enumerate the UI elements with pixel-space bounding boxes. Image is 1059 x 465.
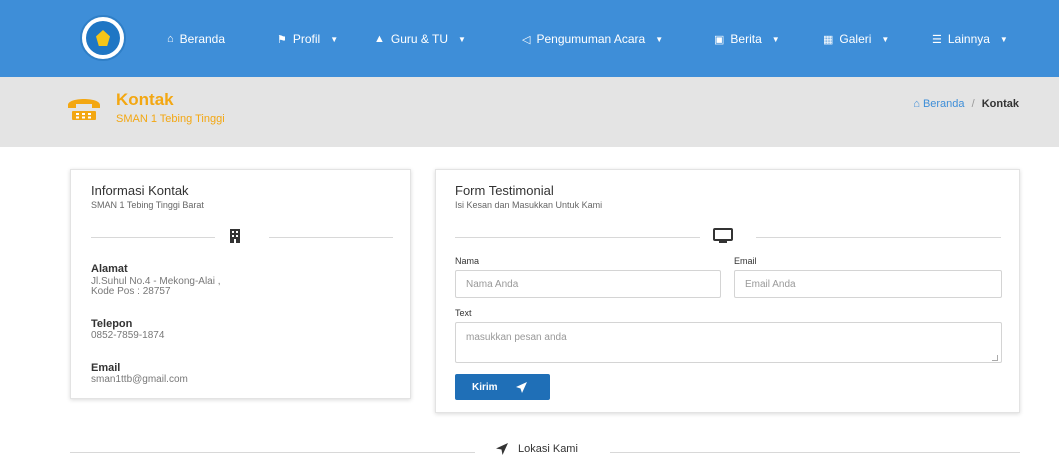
contact-info-title: Informasi Kontak xyxy=(91,183,189,198)
telepon-value: 0852-7859-1874 xyxy=(91,330,165,341)
divider xyxy=(756,237,1001,238)
divider xyxy=(455,237,700,238)
newspaper-icon: ▣ xyxy=(714,33,725,46)
nav-label: Pengumuman Acara xyxy=(536,32,646,46)
top-navbar: ⌂ Beranda ⚑ Profil ▼ ▲ Guru & TU ▼ ◁ Pen… xyxy=(0,0,1059,77)
text-label: Text xyxy=(455,308,472,318)
alamat-label: Alamat xyxy=(91,263,128,275)
nav-item-pengumuman[interactable]: ◁ Pengumuman Acara ▼ xyxy=(522,30,663,48)
phone-icon xyxy=(68,99,100,120)
breadcrumb-home-link[interactable]: ⌂ Beranda xyxy=(913,98,967,110)
nav-label: Lainnya xyxy=(947,32,990,46)
image-icon: ▦ xyxy=(823,33,834,46)
kirim-button[interactable]: Kirim xyxy=(455,374,550,400)
divider xyxy=(269,237,393,238)
nama-label: Nama xyxy=(455,256,480,266)
email-value: sman1ttb@gmail.com xyxy=(91,374,188,385)
nav-label: Guru & TU xyxy=(390,32,449,46)
caret-down-icon: ▼ xyxy=(771,34,780,44)
nav-label: Profil xyxy=(292,32,321,46)
divider xyxy=(610,452,1020,453)
home-icon: ⌂ xyxy=(913,98,920,110)
nav-item-lainnya[interactable]: ☰ Lainnya ▼ xyxy=(932,30,1008,48)
email-field-label: Email xyxy=(734,256,757,266)
nav-item-beranda[interactable]: ⌂ Beranda xyxy=(167,30,225,48)
resize-handle[interactable] xyxy=(992,355,998,361)
graduation-cap-icon: ▲ xyxy=(374,33,385,45)
email-label: Email xyxy=(91,362,121,374)
contact-info-subtitle: SMAN 1 Tebing Tinggi Barat xyxy=(91,200,204,210)
building-icon xyxy=(230,229,240,243)
flag-icon: ⚑ xyxy=(277,33,287,46)
nama-input[interactable] xyxy=(455,270,721,298)
kirim-label: Kirim xyxy=(472,381,498,393)
location-label: Lokasi Kami xyxy=(518,443,578,455)
bullhorn-icon: ◁ xyxy=(522,33,531,46)
caret-down-icon: ▼ xyxy=(330,34,339,44)
send-icon xyxy=(515,381,527,393)
list-icon: ☰ xyxy=(932,33,942,46)
form-subtitle: Isi Kesan dan Masukkan Untuk Kami xyxy=(455,200,603,210)
caret-down-icon: ▼ xyxy=(881,34,890,44)
message-textarea[interactable] xyxy=(455,322,1002,363)
nav-item-guru-tu[interactable]: ▲ Guru & TU ▼ xyxy=(374,30,466,48)
nav-item-berita[interactable]: ▣ Berita ▼ xyxy=(714,30,780,48)
alamat-line-2: Kode Pos : 28757 xyxy=(91,286,171,297)
breadcrumb-separator: / xyxy=(971,98,975,110)
logo-mark xyxy=(96,30,110,46)
breadcrumb-current: Kontak xyxy=(981,98,1019,110)
page-title: Kontak xyxy=(116,90,174,109)
caret-down-icon: ▼ xyxy=(999,34,1008,44)
nav-label: Berita xyxy=(730,32,762,46)
school-logo[interactable] xyxy=(80,15,126,61)
caret-down-icon: ▼ xyxy=(458,34,466,44)
nav-label: Galeri xyxy=(839,32,872,46)
divider xyxy=(91,237,215,238)
caret-down-icon: ▼ xyxy=(655,34,664,44)
email-input[interactable] xyxy=(734,270,1002,298)
breadcrumb-home-label: Beranda xyxy=(922,98,965,110)
page-subtitle: SMAN 1 Tebing Tinggi xyxy=(116,113,225,125)
breadcrumb: ⌂ Beranda / Kontak xyxy=(913,98,1019,110)
location-arrow-icon xyxy=(496,443,508,455)
nav-label: Beranda xyxy=(179,32,226,46)
home-icon: ⌂ xyxy=(167,33,174,45)
desktop-icon xyxy=(713,228,733,243)
location-heading: Lokasi Kami xyxy=(496,443,578,455)
page-header: Kontak SMAN 1 Tebing Tinggi ⌂ Beranda / … xyxy=(0,77,1059,147)
logo-emblem xyxy=(86,21,120,55)
divider xyxy=(70,452,475,453)
nav-item-galeri[interactable]: ▦ Galeri ▼ xyxy=(823,30,889,48)
contact-info-card: Informasi Kontak SMAN 1 Tebing Tinggi Ba… xyxy=(70,169,411,399)
form-title: Form Testimonial xyxy=(455,183,554,198)
testimonial-form-card: Form Testimonial Isi Kesan dan Masukkan … xyxy=(435,169,1020,413)
telepon-label: Telepon xyxy=(91,318,133,330)
nav-item-profil[interactable]: ⚑ Profil ▼ xyxy=(277,30,338,48)
